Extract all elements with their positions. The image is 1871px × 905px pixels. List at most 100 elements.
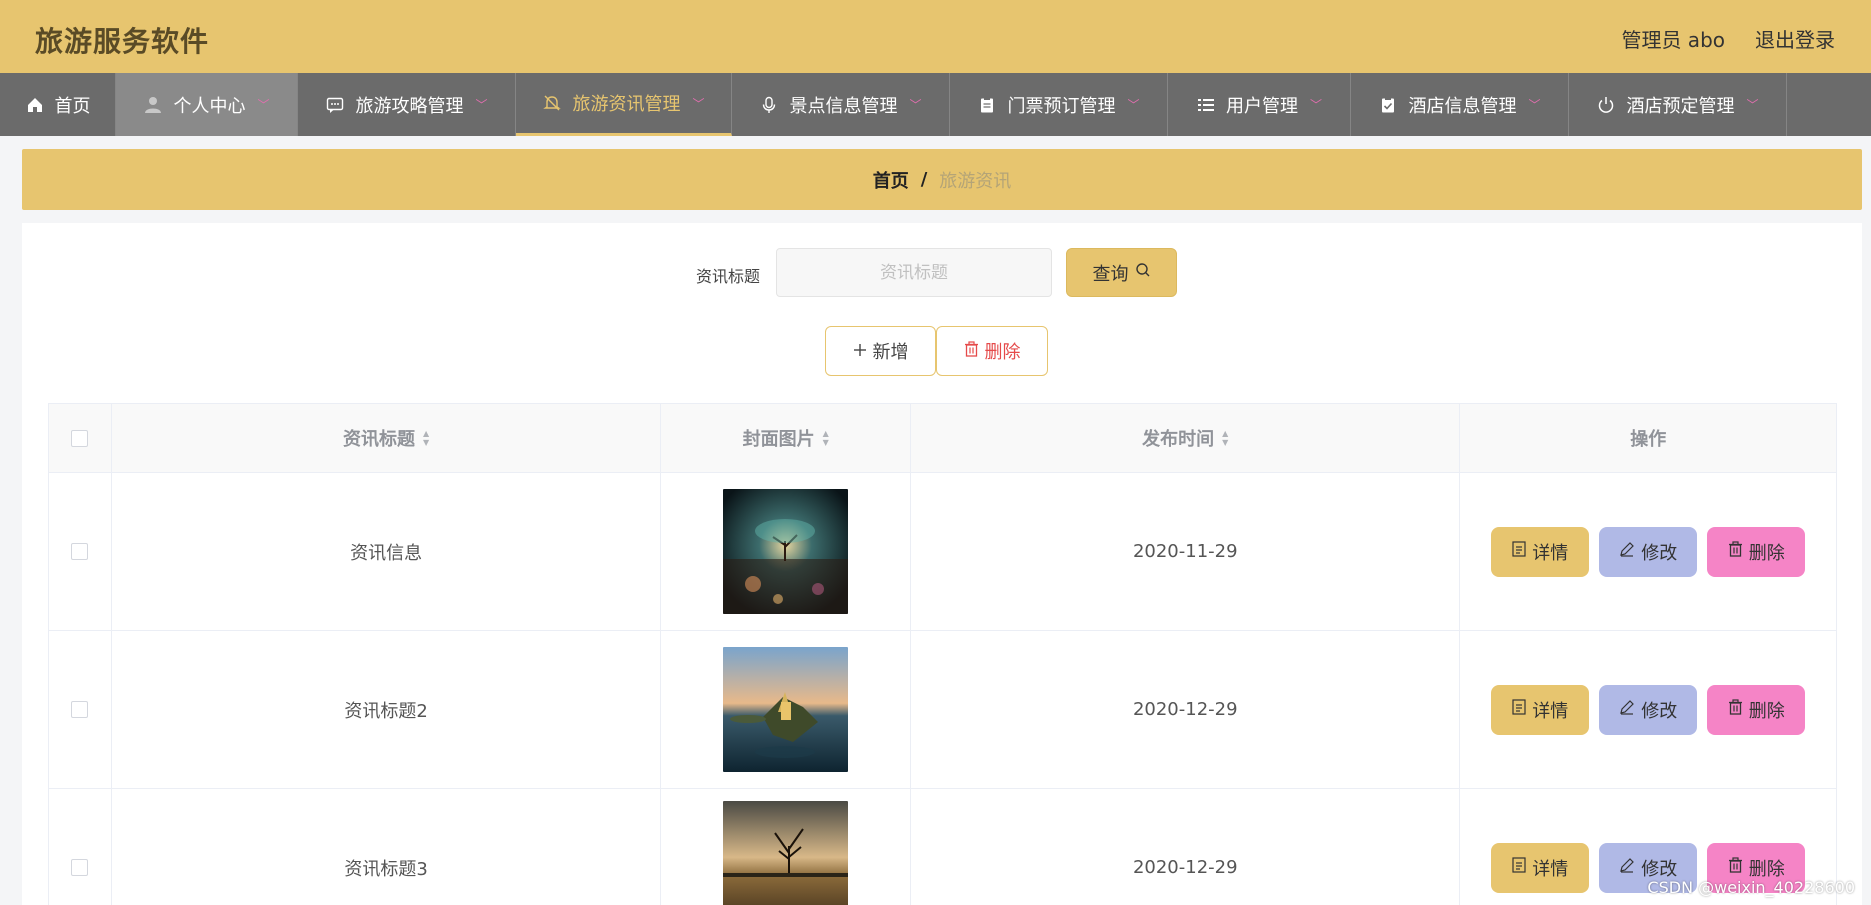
logout-link[interactable]: 退出登录 <box>1755 24 1835 53</box>
nav-label: 酒店信息管理 <box>1408 95 1517 117</box>
document-icon <box>1512 857 1526 878</box>
edit-button[interactable]: 修改 <box>1599 684 1698 735</box>
breadcrumb-current: 旅游资讯 <box>939 170 1012 192</box>
add-button-label: 新增 <box>872 342 909 363</box>
header-title-label: 资讯标题 <box>343 429 416 450</box>
add-button[interactable]: 新增 <box>825 326 936 376</box>
app-title: 旅游服务软件 <box>35 25 210 58</box>
edit-button[interactable]: 修改 <box>1599 526 1698 577</box>
pencil-icon <box>1619 857 1635 878</box>
header-ops: 操作 <box>1460 404 1836 472</box>
trash-icon <box>1728 699 1743 720</box>
top-header: 旅游服务软件 管理员 abo 退出登录 <box>0 0 1871 73</box>
header-date[interactable]: 发布时间 ▲ ▼ <box>911 404 1461 472</box>
bulk-delete-button[interactable]: 删除 <box>936 326 1048 376</box>
row-date: 2020-11-29 <box>911 473 1461 630</box>
nav-label: 用户管理 <box>1225 95 1298 117</box>
chevron-down-icon: ﹀ <box>1528 98 1541 112</box>
header-cover-label: 封面图片 <box>742 429 815 450</box>
home-icon <box>25 95 45 115</box>
chevron-down-icon: ﹀ <box>1127 98 1140 112</box>
chevron-down-icon: ﹀ <box>692 96 705 111</box>
delete-button[interactable]: 删除 <box>1707 526 1806 577</box>
detail-button-label: 详情 <box>1532 542 1569 564</box>
delete-button-label: 删除 <box>1748 700 1785 722</box>
search-icon <box>1135 262 1151 283</box>
edit-button-label: 修改 <box>1641 542 1678 564</box>
nav-hotel-info-management[interactable]: 酒店信息管理 ﹀ <box>1351 73 1569 136</box>
edit-button-label: 修改 <box>1641 700 1678 722</box>
clipboard-check-icon <box>1378 95 1398 115</box>
nav-label: 旅游资讯管理 <box>572 94 681 115</box>
row-title: 资讯信息 <box>112 473 662 630</box>
header-ops-label: 操作 <box>1630 429 1667 450</box>
watermark: CSDN @weixin_40228600 <box>1647 878 1855 897</box>
microphone-icon <box>759 95 779 115</box>
nav-attraction-management[interactable]: 景点信息管理 ﹀ <box>732 73 950 136</box>
nav-home[interactable]: 首页 <box>0 73 116 136</box>
nav-guide-management[interactable]: 旅游攻略管理 ﹀ <box>298 73 516 136</box>
nav-label: 门票预订管理 <box>1007 95 1116 117</box>
delete-button-label: 删除 <box>1748 858 1785 880</box>
header-date-label: 发布时间 <box>1142 429 1215 450</box>
table-header: 资讯标题 ▲ ▼ 封面图片 ▲ ▼ 发布时间 ▲ ▼ 操作 <box>49 404 1836 473</box>
edit-button-label: 修改 <box>1641 858 1678 880</box>
nav-label: 旅游攻略管理 <box>355 95 464 117</box>
chevron-down-icon: ﹀ <box>475 98 488 112</box>
pencil-icon <box>1619 699 1635 720</box>
row-checkbox[interactable] <box>71 701 89 718</box>
breadcrumb: 首页 / 旅游资讯 <box>22 149 1862 210</box>
main-nav: 首页 个人中心 ﹀ 旅游攻略管理 ﹀ 旅游资讯管理 ﹀ 景点信息管理 ﹀ 门票预… <box>0 73 1871 136</box>
chat-icon <box>325 95 345 115</box>
user-area: 管理员 abo 退出登录 <box>1621 24 1835 53</box>
nav-user-management[interactable]: 用户管理 ﹀ <box>1168 73 1351 136</box>
cover-image[interactable] <box>723 647 849 772</box>
nav-personal-center[interactable]: 个人中心 ﹀ <box>116 73 298 136</box>
select-all-checkbox[interactable] <box>71 429 89 447</box>
header-cover[interactable]: 封面图片 ▲ ▼ <box>661 404 912 472</box>
row-title: 资讯标题3 <box>112 789 662 905</box>
nav-label: 景点信息管理 <box>789 95 898 117</box>
content-panel: 资讯标题 查询 新增 删除 资讯标题 ▲▼ 封面图片 ▲▼ <box>22 223 1862 905</box>
row-date: 2020-12-29 <box>911 631 1461 788</box>
detail-button-label: 详情 <box>1532 858 1569 880</box>
pencil-icon <box>1619 541 1635 562</box>
nav-hotel-booking-management[interactable]: 酒店预定管理 ﹀ <box>1569 73 1787 136</box>
search-input[interactable] <box>776 248 1052 297</box>
detail-button[interactable]: 详情 <box>1491 684 1590 735</box>
delete-button-label: 删除 <box>1748 542 1785 564</box>
chevron-down-icon: ﹀ <box>1746 98 1759 112</box>
table-row: 资讯标题3 2020-12-29 详情 修改 删除 <box>49 789 1836 905</box>
query-button[interactable]: 查询 <box>1066 248 1177 297</box>
current-user: 管理员 abo <box>1621 28 1725 52</box>
row-checkbox[interactable] <box>71 859 89 876</box>
detail-button-label: 详情 <box>1532 700 1569 722</box>
cover-image[interactable] <box>723 801 849 905</box>
chevron-down-icon: ﹀ <box>1309 98 1322 112</box>
chevron-down-icon: ﹀ <box>257 98 270 112</box>
row-checkbox[interactable] <box>71 543 89 560</box>
table-row: 资讯信息 2020-11-29 详情 修改 删除 <box>49 473 1836 631</box>
query-button-label: 查询 <box>1092 263 1129 285</box>
sort-icon[interactable]: ▲ ▼ <box>823 429 829 447</box>
trash-icon <box>964 340 979 362</box>
detail-button[interactable]: 详情 <box>1491 526 1590 577</box>
person-icon <box>143 95 163 115</box>
nav-news-management[interactable]: 旅游资讯管理 ﹀ <box>516 73 732 136</box>
header-title[interactable]: 资讯标题 ▲ ▼ <box>112 404 662 472</box>
nav-label: 首页 <box>54 95 91 117</box>
document-icon <box>1512 541 1526 562</box>
clipboard-icon <box>977 95 997 115</box>
search-label: 资讯标题 <box>696 267 761 286</box>
sort-icon[interactable]: ▲ ▼ <box>423 429 429 447</box>
sort-icon[interactable]: ▲ ▼ <box>1222 429 1228 447</box>
cover-image[interactable] <box>723 489 849 614</box>
nav-label: 酒店预定管理 <box>1626 95 1735 117</box>
nav-ticket-management[interactable]: 门票预订管理 ﹀ <box>950 73 1168 136</box>
breadcrumb-separator: / <box>920 169 928 190</box>
nav-label: 个人中心 <box>173 95 246 117</box>
delete-button[interactable]: 删除 <box>1707 684 1806 735</box>
news-table: 资讯标题 ▲ ▼ 封面图片 ▲ ▼ 发布时间 ▲ ▼ 操作 资讯信息 2020-… <box>48 403 1837 905</box>
breadcrumb-home[interactable]: 首页 <box>873 167 909 193</box>
detail-button[interactable]: 详情 <box>1491 842 1590 893</box>
